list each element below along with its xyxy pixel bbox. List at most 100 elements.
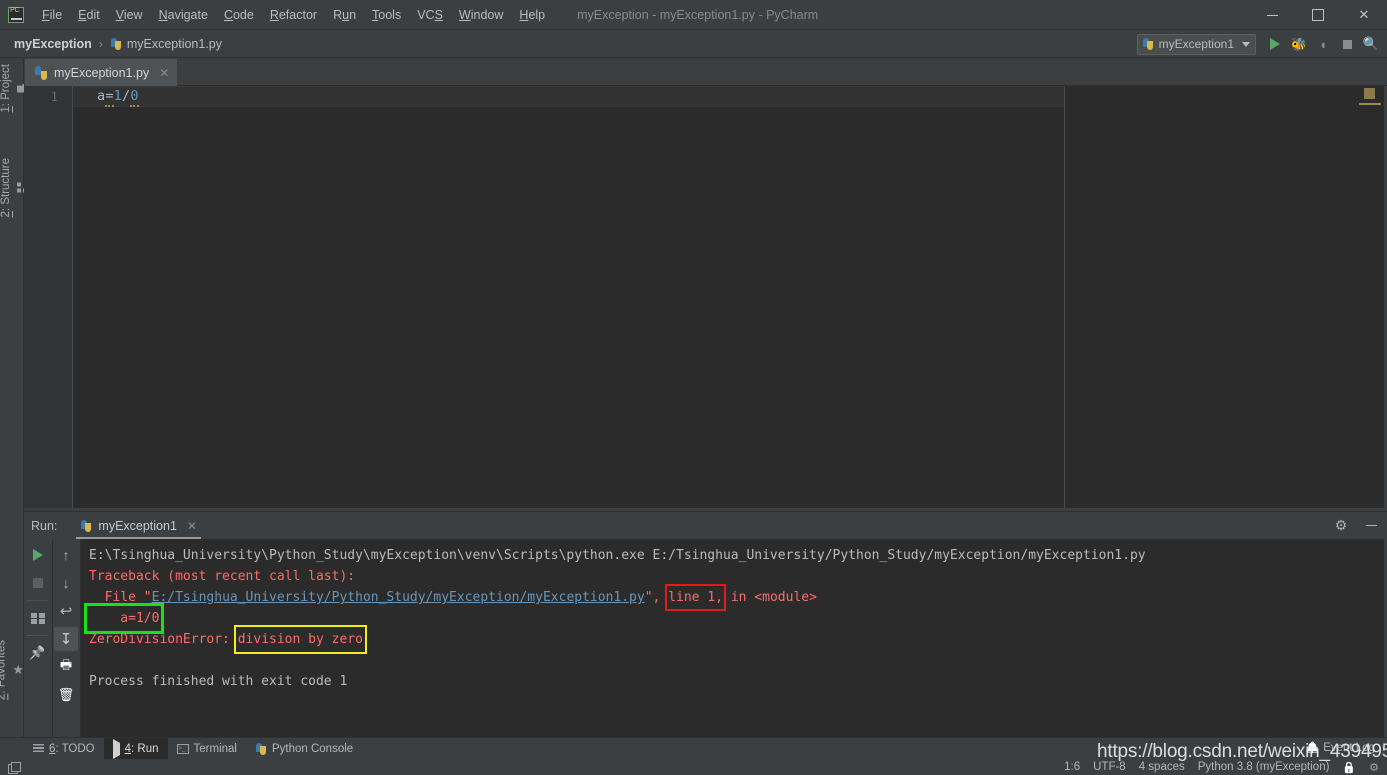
error-type-label: ZeroDivisionError: (89, 632, 238, 647)
status-bar-right: 1:6 UTF-8 4 spaces Python 3.8 (myExcepti… (1064, 759, 1379, 775)
console-exit-line: Process finished with exit code 1 (89, 674, 348, 689)
breadcrumb-project[interactable]: myException (11, 37, 95, 51)
run-tool-header: Run: myException1 ✕ (24, 512, 1387, 539)
pin-tab-button[interactable] (26, 641, 50, 665)
python-file-icon (110, 37, 122, 50)
python-console-icon (255, 742, 267, 755)
frame-after-link: ", (644, 590, 669, 605)
status-interpreter[interactable]: Python 3.8 (myException) (1198, 761, 1330, 773)
editor-tab-myexception1[interactable]: myException1.py ✕ (25, 59, 178, 86)
sidebar-item-favorites[interactable]: ★ 2: Favorites (0, 636, 24, 704)
event-log-button[interactable]: Event Log (1306, 741, 1375, 754)
menu-item-refactor[interactable]: Refactor (262, 0, 325, 30)
status-encoding[interactable]: UTF-8 (1093, 761, 1126, 773)
up-the-stack-trace-button[interactable] (54, 543, 78, 567)
line-number: 1 (50, 90, 58, 104)
menu-item-view[interactable]: View (108, 0, 151, 30)
bottom-item-python-console[interactable]: Python Console (246, 738, 362, 760)
multi-window-icon[interactable] (8, 761, 21, 774)
menu-item-run[interactable]: Run (325, 0, 364, 30)
sidebar-item-structure[interactable]: 2: Structure (0, 154, 24, 221)
layout-button[interactable] (26, 606, 50, 630)
debug-bug-icon: 🐝 (1290, 36, 1308, 52)
stop-button[interactable] (26, 571, 50, 595)
sidebar-item-project-label: 1: Project (0, 64, 12, 113)
layout-bars-icon (30, 612, 45, 624)
warning-marker-underline (1359, 103, 1381, 105)
toolbar-divider (27, 635, 48, 636)
frame-line-info-annotated: line 1, (665, 584, 726, 611)
code-pane[interactable]: a=1/0 (73, 86, 1387, 508)
breadcrumb-project-label: myException (14, 36, 92, 51)
frame-suffix: in <module> (723, 590, 817, 605)
run-configuration-name: myException1 (1158, 37, 1234, 51)
sidebar-item-project[interactable]: 1: Project (0, 60, 24, 117)
window-title: myException - myException1.py - PyCharm (577, 7, 819, 22)
maximize-icon[interactable] (1295, 0, 1341, 30)
status-bar: 1:6 UTF-8 4 spaces Python 3.8 (myExcepti… (0, 759, 1387, 775)
breadcrumb-file[interactable]: myException1.py (107, 37, 225, 51)
run-tab-myexception1[interactable]: myException1 ✕ (76, 512, 201, 539)
soft-wrap-button[interactable] (54, 599, 78, 623)
star-icon: ★ (12, 662, 24, 678)
inspections-icon[interactable] (1369, 761, 1379, 774)
frame-file-link[interactable]: E:/Tsinghua_University/Python_Study/myEx… (152, 590, 645, 605)
run-tab-label: myException1 (98, 518, 177, 533)
console-command-line: E:\Tsinghua_University\Python_Study\myEx… (89, 548, 1146, 563)
run-tool-title: Run: (31, 518, 58, 533)
terminal-icon (176, 743, 189, 754)
scroll-to-end-button[interactable] (54, 627, 78, 651)
todo-list-icon (33, 744, 44, 753)
coverage-icon: ◖ (1319, 36, 1327, 52)
menu-item-file[interactable]: File (34, 0, 70, 30)
left-tool-stripe: 1: Project 2: Structure ★ 2: Favorites (0, 58, 24, 737)
menu-item-navigate[interactable]: Navigate (151, 0, 216, 30)
rerun-button[interactable] (26, 543, 50, 567)
down-the-stack-trace-button[interactable] (54, 571, 78, 595)
structure-icon (17, 183, 24, 193)
bottom-item-run[interactable]: 4: Run (103, 737, 168, 760)
menu-item-edit[interactable]: Edit (70, 0, 108, 30)
minimize-icon[interactable] (1359, 514, 1383, 538)
navigation-bar: myException › myException1.py myExceptio… (0, 30, 1387, 58)
menu-item-tools[interactable]: Tools (364, 0, 409, 30)
run-toolbar-secondary (52, 539, 79, 738)
lock-icon[interactable] (1342, 761, 1356, 774)
menu-item-vcs[interactable]: VCS (409, 0, 451, 30)
stop-button[interactable] (1335, 32, 1359, 56)
status-indent[interactable]: 4 spaces (1139, 761, 1185, 773)
toolbar-divider (27, 600, 48, 601)
menu-item-help[interactable]: Help (511, 0, 553, 30)
search-everywhere-button[interactable] (1359, 32, 1383, 56)
editor-tab-bar: myException1.py ✕ (24, 58, 1387, 86)
bottom-item-terminal[interactable]: Terminal (168, 738, 246, 760)
console-output[interactable]: E:\Tsinghua_University\Python_Study\myEx… (80, 539, 1384, 738)
code-line-1: a=1/0 (97, 88, 139, 107)
close-icon[interactable]: ✕ (187, 519, 197, 533)
pycharm-logo-icon (8, 6, 24, 23)
menu-item-code[interactable]: Code (216, 0, 262, 30)
status-caret-position[interactable]: 1:6 (1064, 761, 1080, 773)
console-traceback-header: Traceback (most recent call last): (89, 569, 356, 584)
run-tool-header-actions (1329, 512, 1383, 539)
code-token-assign: = (105, 88, 114, 107)
code-editor[interactable]: 1 a=1/0 (24, 86, 1387, 508)
warning-marker-icon[interactable] (1364, 88, 1375, 99)
clear-all-button[interactable] (54, 683, 78, 707)
error-message-annotated: division by zero (233, 625, 367, 654)
close-icon[interactable]: ✕ (159, 66, 169, 80)
run-button[interactable] (1263, 32, 1287, 56)
run-configuration-selector[interactable]: myException1 (1136, 33, 1256, 55)
frame-prefix: File " (89, 590, 152, 605)
minimize-icon[interactable] (1249, 0, 1295, 30)
breadcrumb-separator: › (98, 36, 103, 51)
menu-bar: File Edit View Navigate Code Refactor Ru… (34, 0, 553, 30)
gear-icon[interactable] (1329, 514, 1353, 538)
bottom-item-todo[interactable]: 6: TODO (24, 738, 104, 760)
status-bar-left (8, 761, 21, 774)
menu-item-window[interactable]: Window (451, 0, 511, 30)
close-icon[interactable] (1341, 0, 1387, 30)
run-with-coverage-button[interactable]: ◖ (1311, 32, 1335, 56)
print-button[interactable] (54, 655, 78, 679)
debug-button[interactable]: 🐝 (1287, 32, 1311, 56)
